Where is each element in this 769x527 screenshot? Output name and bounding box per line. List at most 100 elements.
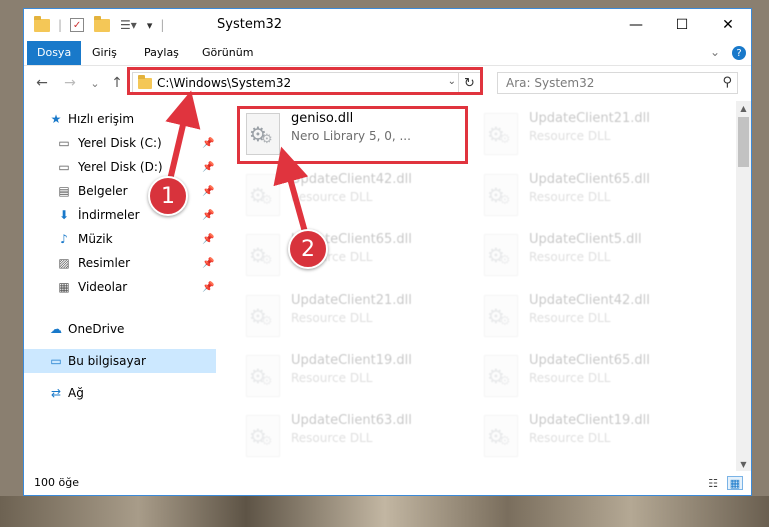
new-folder-icon[interactable] bbox=[94, 15, 111, 32]
forward-button[interactable]: → bbox=[61, 74, 79, 92]
minimize-button[interactable]: — bbox=[613, 9, 659, 41]
file-name: UpdateClient65.dll bbox=[529, 353, 650, 368]
search-icon[interactable]: ⚲ bbox=[722, 75, 732, 90]
pin-icon[interactable]: 📌 bbox=[202, 258, 214, 269]
nav-item-music[interactable]: ♪ Müzik 📌 bbox=[24, 227, 216, 251]
maximize-button[interactable]: ☐ bbox=[659, 9, 705, 41]
pin-icon[interactable]: 📌 bbox=[202, 138, 214, 149]
file-name: UpdateClient5.dll bbox=[529, 232, 642, 247]
folder-icon[interactable] bbox=[34, 15, 50, 32]
separator: | bbox=[160, 18, 165, 32]
pin-icon[interactable]: 📌 bbox=[202, 234, 214, 245]
cloud-icon: ☁ bbox=[50, 322, 62, 336]
qat-dropdown-icon[interactable]: ▾ bbox=[147, 19, 153, 32]
videos-icon: ▦ bbox=[58, 280, 70, 294]
dll-file-icon bbox=[246, 295, 280, 337]
nav-label: Belgeler bbox=[78, 184, 128, 198]
title-bar: | ✓ ☰▾ ▾ | System32 — ☐ ✕ bbox=[24, 9, 751, 41]
customize-icon[interactable]: ☰▾ bbox=[120, 18, 137, 32]
file-description: Resource DLL bbox=[291, 371, 373, 385]
file-description: Resource DLL bbox=[529, 311, 611, 325]
scrollbar-thumb[interactable] bbox=[738, 117, 749, 167]
dll-file-icon bbox=[484, 113, 518, 155]
file-description: Resource DLL bbox=[529, 250, 611, 264]
window-title: System32 bbox=[217, 17, 283, 32]
properties-icon[interactable]: ✓ bbox=[70, 18, 85, 32]
nav-label: Resimler bbox=[78, 256, 131, 270]
file-description: Resource DLL bbox=[529, 431, 611, 445]
file-item[interactable]: UpdateClient63.dll Resource DLL bbox=[224, 409, 454, 463]
pin-icon[interactable]: 📌 bbox=[202, 162, 214, 173]
nav-label: Videolar bbox=[78, 280, 128, 294]
computer-icon: ▭ bbox=[50, 354, 62, 368]
documents-icon: ▤ bbox=[58, 184, 70, 198]
large-icons-view-icon[interactable]: ▦ bbox=[727, 476, 743, 490]
file-item[interactable]: UpdateClient21.dll Resource DLL bbox=[224, 289, 454, 343]
nav-item-this-pc[interactable]: ▭ Bu bilgisayar bbox=[24, 349, 216, 373]
file-name: UpdateClient21.dll bbox=[291, 293, 412, 308]
recent-locations-button[interactable]: ⌄ bbox=[86, 74, 104, 92]
dll-file-icon bbox=[246, 234, 280, 276]
address-highlight-box bbox=[127, 67, 483, 95]
pictures-icon: ▨ bbox=[58, 256, 70, 270]
file-item[interactable]: UpdateClient5.dll Resource DLL bbox=[462, 228, 692, 282]
tab-home[interactable]: Giriş bbox=[82, 41, 127, 65]
file-item[interactable]: UpdateClient42.dll Resource DLL bbox=[224, 168, 454, 222]
nav-label: Yerel Disk (D:) bbox=[78, 160, 163, 174]
nav-label: Ağ bbox=[68, 386, 84, 400]
close-button[interactable]: ✕ bbox=[705, 9, 751, 41]
file-item[interactable]: UpdateClient21.dll Resource DLL bbox=[462, 107, 692, 161]
help-icon[interactable]: ? bbox=[732, 46, 746, 60]
details-view-icon[interactable]: ☷ bbox=[705, 476, 721, 490]
up-button[interactable]: ↑ bbox=[108, 74, 126, 92]
file-item[interactable]: UpdateClient19.dll Resource DLL bbox=[224, 349, 454, 403]
scroll-up-icon[interactable]: ▲ bbox=[736, 101, 751, 115]
step-1-marker: 1 bbox=[148, 176, 188, 216]
nav-item-network[interactable]: ⇄ Ağ bbox=[24, 381, 216, 405]
search-box[interactable]: Ara: System32 ⚲ bbox=[497, 72, 738, 94]
file-item[interactable]: UpdateClient65.dll Resource DLL bbox=[224, 228, 454, 282]
nav-item-downloads[interactable]: ⬇ İndirmeler 📌 bbox=[24, 203, 216, 227]
file-description: Resource DLL bbox=[291, 311, 373, 325]
file-name: UpdateClient19.dll bbox=[291, 353, 412, 368]
item-count: 100 öğe bbox=[34, 476, 79, 489]
nav-label: Müzik bbox=[78, 232, 113, 246]
network-icon: ⇄ bbox=[50, 386, 62, 400]
file-description: Resource DLL bbox=[291, 190, 373, 204]
dll-file-icon bbox=[246, 355, 280, 397]
tab-view[interactable]: Görünüm bbox=[192, 41, 263, 65]
pin-icon[interactable]: 📌 bbox=[202, 186, 214, 197]
dll-file-icon bbox=[246, 174, 280, 216]
scroll-down-icon[interactable]: ▼ bbox=[736, 457, 751, 471]
back-button[interactable]: ← bbox=[33, 74, 51, 92]
vertical-scrollbar[interactable]: ▲ ▼ bbox=[736, 101, 751, 471]
nav-item-onedrive[interactable]: ☁ OneDrive bbox=[24, 317, 216, 341]
file-item[interactable]: UpdateClient65.dll Resource DLL bbox=[462, 349, 692, 403]
star-icon: ★ bbox=[50, 112, 62, 126]
nav-item-pictures[interactable]: ▨ Resimler 📌 bbox=[24, 251, 216, 275]
file-name: UpdateClient21.dll bbox=[529, 111, 650, 126]
file-name: UpdateClient42.dll bbox=[529, 293, 650, 308]
nav-item-local-disk-c[interactable]: ▭ Yerel Disk (C:) 📌 bbox=[24, 131, 216, 155]
quick-access-toolbar: | ✓ ☰▾ ▾ | bbox=[34, 15, 165, 33]
pin-icon[interactable]: 📌 bbox=[202, 282, 214, 293]
nav-label: Yerel Disk (C:) bbox=[78, 136, 162, 150]
dll-file-icon bbox=[246, 415, 280, 457]
file-name: UpdateClient42.dll bbox=[291, 172, 412, 187]
dll-file-icon bbox=[484, 295, 518, 337]
nav-item-local-disk-d[interactable]: ▭ Yerel Disk (D:) 📌 bbox=[24, 155, 216, 179]
nav-item-quick-access[interactable]: ★ Hızlı erişim bbox=[24, 107, 216, 131]
pin-icon[interactable]: 📌 bbox=[202, 210, 214, 221]
tab-share[interactable]: Paylaş bbox=[134, 41, 189, 65]
file-item[interactable]: UpdateClient19.dll Resource DLL bbox=[462, 409, 692, 463]
nav-item-videos[interactable]: ▦ Videolar 📌 bbox=[24, 275, 216, 299]
file-item[interactable]: UpdateClient65.dll Resource DLL bbox=[462, 168, 692, 222]
file-item[interactable]: UpdateClient42.dll Resource DLL bbox=[462, 289, 692, 343]
expand-ribbon-icon[interactable]: ⌄ bbox=[710, 45, 720, 59]
step-2-marker: 2 bbox=[288, 229, 328, 269]
nav-label: Hızlı erişim bbox=[68, 112, 135, 126]
dll-file-icon bbox=[484, 234, 518, 276]
drive-icon: ▭ bbox=[58, 160, 70, 174]
nav-label: Bu bilgisayar bbox=[68, 354, 146, 368]
tab-file[interactable]: Dosya bbox=[27, 41, 82, 65]
